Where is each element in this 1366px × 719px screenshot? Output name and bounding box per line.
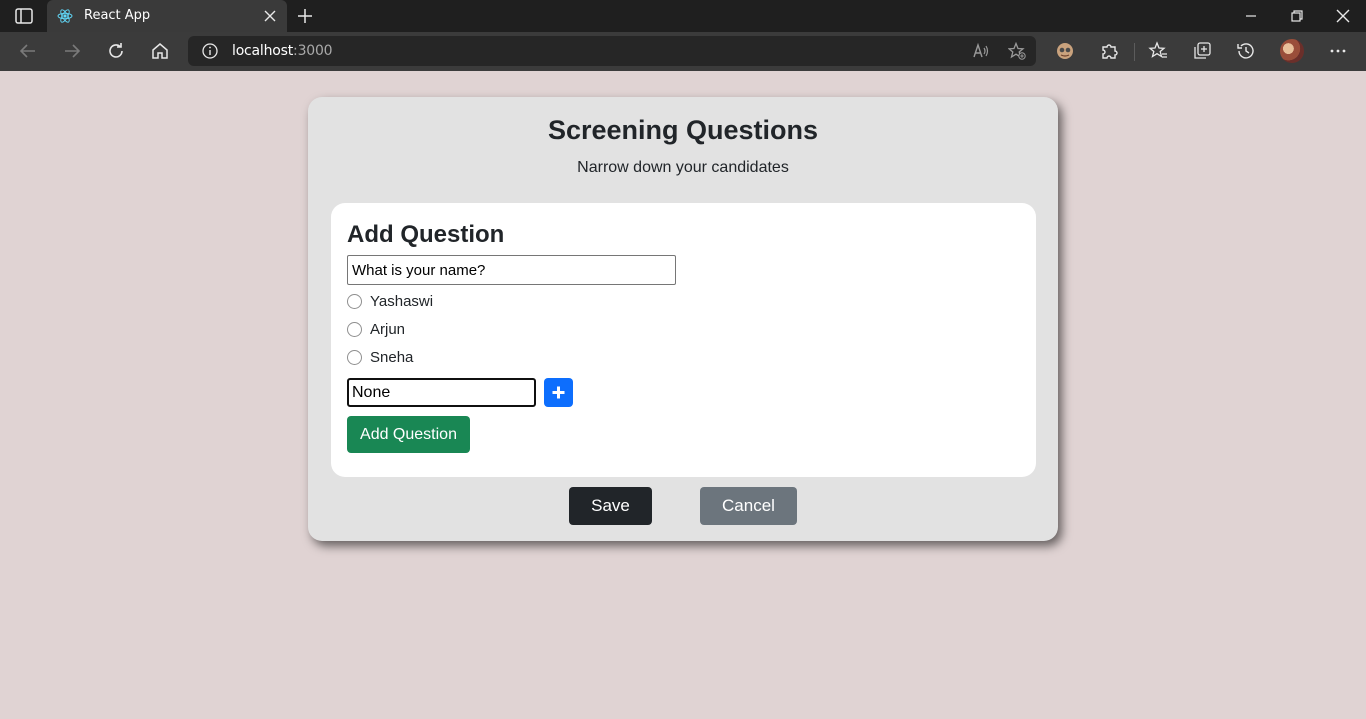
refresh-icon[interactable] bbox=[106, 41, 126, 61]
address-host: localhost bbox=[232, 43, 294, 59]
add-question-panel: Add Question Yashaswi Arjun Sneha Add Qu… bbox=[331, 203, 1036, 477]
browser-titlebar: React App bbox=[0, 0, 1366, 32]
add-question-heading: Add Question bbox=[347, 221, 505, 248]
add-option-button[interactable] bbox=[544, 378, 573, 407]
toolbar-divider bbox=[1134, 43, 1135, 61]
info-icon[interactable] bbox=[202, 43, 218, 59]
save-button[interactable]: Save bbox=[569, 487, 652, 525]
option-label: Sneha bbox=[370, 349, 414, 366]
screening-questions-card: Screening Questions Narrow down your can… bbox=[308, 97, 1058, 541]
tab-actions-icon[interactable] bbox=[12, 7, 36, 25]
page-title: Screening Questions bbox=[547, 115, 819, 145]
home-icon[interactable] bbox=[150, 41, 170, 61]
minimize-icon[interactable] bbox=[1243, 10, 1259, 22]
address-url[interactable]: localhost:3000 bbox=[232, 43, 333, 59]
new-option-input[interactable] bbox=[347, 378, 536, 407]
favorites-icon[interactable] bbox=[1148, 41, 1168, 61]
react-favicon-icon bbox=[57, 9, 73, 23]
browser-toolbar: localhost:3000 bbox=[0, 32, 1366, 71]
window-close-icon[interactable] bbox=[1335, 8, 1351, 24]
address-port: :3000 bbox=[293, 43, 333, 59]
option-radio[interactable] bbox=[347, 294, 362, 309]
avatar[interactable] bbox=[1280, 39, 1304, 63]
add-favorite-icon[interactable] bbox=[1008, 42, 1026, 60]
address-bar[interactable]: localhost:3000 bbox=[188, 36, 1036, 66]
history-icon[interactable] bbox=[1236, 41, 1256, 61]
add-question-button[interactable]: Add Question bbox=[347, 416, 470, 453]
tab-title: React App bbox=[84, 8, 151, 23]
more-icon[interactable] bbox=[1328, 41, 1348, 61]
collections-icon[interactable] bbox=[1192, 41, 1212, 61]
option-label: Arjun bbox=[370, 321, 406, 338]
option-radio[interactable] bbox=[347, 322, 362, 337]
new-tab-icon[interactable] bbox=[296, 7, 314, 25]
question-input[interactable] bbox=[347, 255, 676, 285]
cancel-button[interactable]: Cancel bbox=[700, 487, 797, 525]
back-icon[interactable] bbox=[18, 41, 38, 61]
plus-icon bbox=[552, 386, 565, 399]
restore-icon[interactable] bbox=[1289, 9, 1305, 23]
browser-tab[interactable]: React App bbox=[47, 0, 287, 32]
forward-icon[interactable] bbox=[62, 41, 82, 61]
option-label: Yashaswi bbox=[370, 293, 434, 310]
read-aloud-icon[interactable] bbox=[972, 42, 990, 60]
option-radio[interactable] bbox=[347, 350, 362, 365]
close-icon[interactable] bbox=[264, 10, 276, 22]
extensions-icon[interactable] bbox=[1099, 41, 1119, 61]
extension-profile-icon[interactable] bbox=[1055, 41, 1075, 61]
page-subtitle: Narrow down your candidates bbox=[577, 159, 789, 176]
